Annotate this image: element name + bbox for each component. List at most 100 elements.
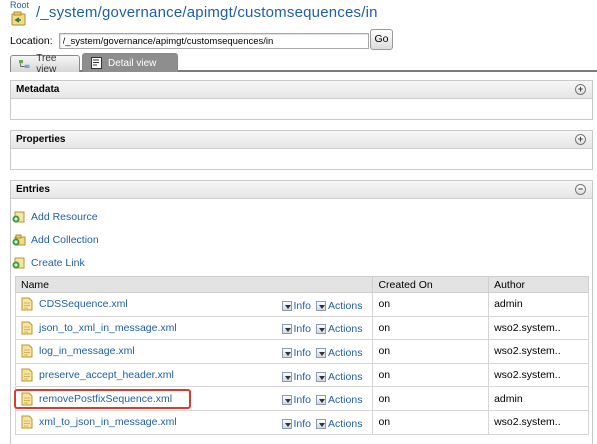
table-row: CDSSequence.xml Info Actions on admin [14, 292, 589, 317]
created-cell: on [372, 386, 490, 411]
actions-button[interactable]: Actions [316, 300, 362, 312]
add-resource-icon [12, 211, 25, 223]
location-label: Location: [10, 35, 53, 47]
info-button[interactable]: Info [281, 323, 311, 335]
info-button[interactable]: Info [281, 371, 311, 383]
xml-file-icon [21, 321, 33, 335]
file-link[interactable]: CDSSequence.xml [21, 297, 128, 311]
table-row: preserve_accept_header.xml Info Actions … [14, 362, 589, 388]
root-folder-icon[interactable] [11, 11, 27, 27]
entries-table: Name Created On Author CDSSequence.xml I… [14, 276, 589, 435]
dropdown-arrow-icon [281, 324, 292, 335]
actions-button[interactable]: Actions [316, 371, 362, 383]
table-row: json_to_xml_in_message.xml Info Actions … [14, 315, 589, 341]
file-name: xml_to_json_in_message.xml [39, 416, 177, 429]
created-cell: on [372, 292, 490, 317]
file-name: json_to_xml_in_message.xml [39, 321, 177, 334]
actions-button[interactable]: Actions [316, 347, 362, 359]
add-collection-icon [12, 234, 26, 246]
name-cell: json_to_xml_in_message.xml Info Actions [14, 315, 374, 341]
author-cell: wso2.system.. [488, 362, 589, 388]
create-link-link[interactable]: Create Link [12, 257, 85, 269]
tab-tree-view[interactable]: Tree view [10, 53, 80, 75]
column-name: Name [14, 276, 374, 293]
tree-icon [19, 59, 30, 69]
document-icon [91, 57, 102, 69]
xml-file-icon [21, 415, 33, 429]
author-cell: wso2.system.. [488, 315, 589, 341]
created-cell: on [372, 362, 490, 388]
create-link-icon [12, 257, 25, 269]
view-tabbar: Tree view Detail view [10, 53, 597, 75]
properties-header[interactable]: Properties + [11, 131, 592, 149]
created-cell: on [372, 315, 490, 341]
author-cell: admin [488, 292, 589, 317]
actions-button[interactable]: Actions [316, 418, 362, 430]
tab-detail-view[interactable]: Detail view [82, 53, 178, 72]
info-button[interactable]: Info [281, 394, 311, 406]
tab-tree-view-label: Tree view [36, 53, 57, 75]
name-cell: log_in_message.xml Info Actions [14, 339, 374, 364]
file-link[interactable]: log_in_message.xml [21, 344, 135, 358]
table-row: log_in_message.xml Info Actions on wso2.… [14, 339, 589, 364]
metadata-title: Metadata [16, 84, 60, 95]
name-cell: CDSSequence.xml Info Actions [14, 292, 374, 317]
name-cell: xml_to_json_in_message.xml Info Actions [14, 409, 374, 435]
dropdown-arrow-icon [316, 395, 327, 406]
expand-icon[interactable]: + [575, 134, 586, 145]
location-row: Location: [10, 32, 369, 50]
column-created-on: Created On [372, 276, 490, 293]
table-header-row: Name Created On Author [14, 276, 589, 293]
dropdown-arrow-icon [316, 347, 327, 358]
location-input[interactable] [58, 33, 369, 49]
dropdown-arrow-icon [281, 418, 292, 429]
actions-button[interactable]: Actions [316, 394, 362, 406]
add-resource-link[interactable]: Add Resource [12, 211, 98, 223]
file-name: CDSSequence.xml [39, 298, 128, 311]
dropdown-arrow-icon [281, 347, 292, 358]
file-link[interactable]: json_to_xml_in_message.xml [21, 321, 177, 335]
xml-file-icon [21, 368, 33, 382]
entries-header[interactable]: Entries − [11, 181, 592, 199]
highlight-annotation [14, 389, 191, 409]
info-button[interactable]: Info [281, 300, 311, 312]
add-collection-label: Add Collection [31, 234, 99, 246]
properties-title: Properties [16, 134, 66, 145]
dropdown-arrow-icon [316, 300, 327, 311]
dropdown-arrow-icon [281, 395, 292, 406]
xml-file-icon [21, 344, 33, 358]
info-button[interactable]: Info [281, 418, 311, 430]
dropdown-arrow-icon [281, 371, 292, 382]
file-name: preserve_accept_header.xml [39, 369, 174, 382]
properties-panel: Properties + [10, 130, 593, 170]
add-resource-label: Add Resource [31, 211, 98, 223]
info-button[interactable]: Info [281, 347, 311, 359]
column-author: Author [488, 276, 589, 293]
dropdown-arrow-icon [316, 371, 327, 382]
actions-button[interactable]: Actions [316, 323, 362, 335]
dropdown-arrow-icon [316, 418, 327, 429]
root-label[interactable]: Root [10, 0, 29, 10]
file-link[interactable]: xml_to_json_in_message.xml [21, 415, 177, 429]
collapse-icon[interactable]: − [575, 184, 586, 195]
tab-detail-view-label: Detail view [108, 57, 157, 69]
expand-icon[interactable]: + [575, 84, 586, 95]
author-cell: wso2.system.. [488, 409, 589, 435]
file-link[interactable]: preserve_accept_header.xml [21, 368, 174, 382]
metadata-header[interactable]: Metadata + [11, 81, 592, 99]
metadata-panel: Metadata + [10, 80, 593, 120]
author-cell: wso2.system.. [488, 339, 589, 364]
go-button[interactable]: Go [370, 29, 393, 50]
author-cell: admin [488, 386, 589, 411]
file-name: log_in_message.xml [39, 345, 135, 358]
table-row: xml_to_json_in_message.xml Info Actions … [14, 409, 589, 435]
entries-title: Entries [16, 184, 50, 195]
dropdown-arrow-icon [281, 300, 292, 311]
created-cell: on [372, 339, 490, 364]
dropdown-arrow-icon [316, 324, 327, 335]
create-link-label: Create Link [31, 257, 85, 269]
xml-file-icon [21, 297, 33, 311]
created-cell: on [372, 409, 490, 435]
add-collection-link[interactable]: Add Collection [12, 234, 99, 246]
name-cell: preserve_accept_header.xml Info Actions [14, 362, 374, 388]
